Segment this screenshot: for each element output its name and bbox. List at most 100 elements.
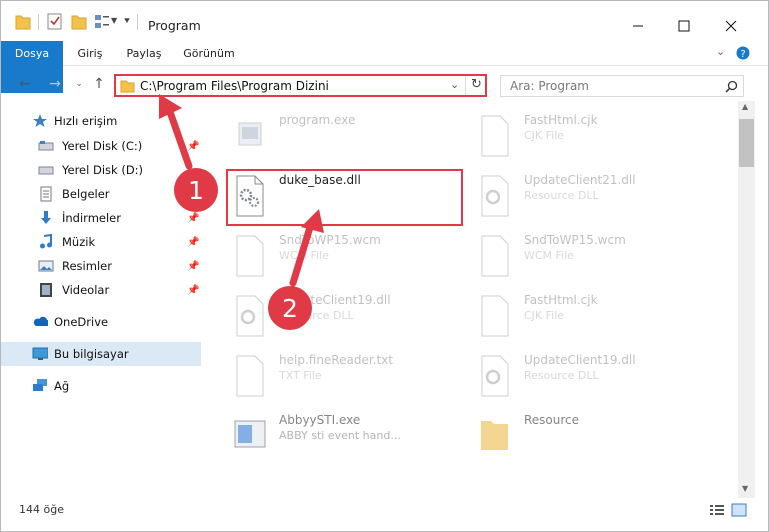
sidebar-item-this-pc[interactable]: Bu bilgisayar: [1, 342, 201, 366]
search-icon: [725, 80, 738, 93]
file-item[interactable]: SndToWP15.wcm WCM File: [474, 231, 714, 283]
generic-file-icon: [481, 115, 509, 157]
item-count: 144 öğe: [19, 503, 64, 516]
computer-icon: [32, 347, 48, 360]
generic-file-icon: [236, 235, 264, 277]
close-button[interactable]: [708, 11, 754, 41]
star-icon: [33, 114, 47, 127]
file-item[interactable]: SndToWP15.wcm WCM File: [229, 231, 469, 283]
sidebar-item-label: Hızlı erişim: [54, 114, 118, 128]
file-item[interactable]: UpdateClient19.dll Resource DLL: [229, 291, 469, 343]
sidebar-item-local-disk-c[interactable]: Yerel Disk (C:) 📌: [1, 134, 201, 158]
folder-icon: [15, 15, 31, 30]
sidebar-item-videos[interactable]: Videolar 📌: [1, 278, 201, 302]
search-box[interactable]: Ara: Program: [500, 75, 744, 97]
file-name: SndToWP15.wcm: [524, 233, 626, 247]
download-icon: [41, 211, 51, 224]
file-type: CJK File: [524, 309, 565, 322]
sidebar-item-label: Müzik: [62, 235, 96, 249]
scroll-down-icon[interactable]: ▼: [742, 484, 748, 493]
search-input[interactable]: Ara: Program: [510, 79, 589, 93]
up-button[interactable]: ↑: [91, 75, 107, 93]
text-file-icon: [236, 355, 264, 397]
file-type: WCM File: [524, 249, 574, 262]
file-name: Resource: [524, 413, 580, 427]
dll-file-icon: [236, 295, 264, 337]
refresh-icon[interactable]: ↻: [471, 77, 482, 92]
folder-icon: [120, 80, 135, 93]
close-icon: [725, 20, 737, 32]
separator: [465, 76, 466, 95]
back-button[interactable]: ←: [17, 75, 33, 93]
folder-icon: [481, 421, 508, 450]
selected-file-highlight: [226, 169, 463, 226]
separator: [38, 14, 39, 30]
sidebar-item-quick-access[interactable]: Hızlı erişim: [1, 109, 201, 133]
file-item[interactable]: AbbyySTI.exe ABBY sti event hand...: [229, 411, 469, 463]
forward-button[interactable]: →: [47, 75, 63, 93]
recent-locations-icon[interactable]: ⌄: [71, 75, 87, 93]
sidebar-item-network[interactable]: Ağ: [1, 374, 201, 398]
network-icon: [33, 379, 47, 391]
exe-file-icon: [238, 122, 262, 146]
separator: [137, 14, 138, 30]
file-item[interactable]: help.fineReader.txt TXT File: [229, 351, 469, 403]
file-name: SndToWP15.wcm: [279, 233, 381, 247]
maximize-button[interactable]: [661, 11, 707, 41]
tab-view[interactable]: Görünüm: [181, 41, 237, 66]
sidebar-item-label: OneDrive: [54, 315, 109, 329]
minimize-button[interactable]: [615, 11, 661, 41]
file-name: help.fineReader.txt: [279, 353, 393, 367]
file-type: WCM File: [279, 249, 329, 262]
file-item[interactable]: UpdateClient19.dll Resource DLL: [474, 351, 714, 403]
minimize-icon: [633, 25, 643, 27]
sidebar-item-label: Belgeler: [62, 187, 110, 201]
properties-icon[interactable]: [47, 13, 63, 31]
quick-access-arrow-icon[interactable]: ⯆: [123, 16, 131, 27]
video-icon: [40, 283, 52, 297]
details-view-icon[interactable]: [709, 504, 725, 516]
address-dropdown-icon[interactable]: ⌄: [450, 78, 459, 91]
address-bar[interactable]: C:\Program Files\Program Dizini ⌄ ↻: [114, 74, 487, 97]
sidebar-item-music[interactable]: Müzik 📌: [1, 230, 201, 254]
expand-ribbon-icon[interactable]: ⌄: [716, 45, 725, 58]
file-type: TXT File: [279, 369, 322, 382]
sidebar-item-label: Yerel Disk (C:): [62, 139, 143, 153]
file-item[interactable]: Resource: [474, 411, 714, 463]
scroll-thumb[interactable]: [739, 119, 754, 167]
tab-home[interactable]: Giriş: [71, 41, 109, 66]
file-type: Resource DLL: [524, 369, 599, 382]
file-item[interactable]: FastHtml.cjk CJK File: [474, 291, 714, 343]
tab-share[interactable]: Paylaş: [123, 41, 165, 66]
customize-dropdown-icon[interactable]: ▼: [111, 16, 117, 25]
file-item[interactable]: program.exe: [229, 111, 469, 163]
file-name: UpdateClient21.dll: [524, 173, 636, 187]
new-folder-icon[interactable]: [71, 13, 87, 31]
maximize-icon: [678, 20, 690, 32]
documents-icon: [40, 186, 52, 202]
music-icon: [40, 234, 52, 249]
file-name: UpdateClient19.dll: [279, 293, 391, 307]
file-type: Resource DLL: [524, 189, 599, 202]
file-item[interactable]: UpdateClient21.dll Resource DLL: [474, 171, 714, 223]
pictures-icon: [38, 260, 54, 272]
sidebar-item-onedrive[interactable]: OneDrive: [1, 310, 201, 334]
large-icons-view-icon[interactable]: [731, 503, 747, 517]
dll-file-icon: [481, 355, 509, 397]
sidebar-item-label: Yerel Disk (D:): [62, 163, 144, 177]
file-name: program.exe: [279, 113, 356, 127]
sidebar-item-documents[interactable]: Belgeler: [1, 182, 201, 206]
scroll-up-icon[interactable]: ▲: [742, 102, 748, 111]
help-icon[interactable]: ?: [736, 46, 750, 60]
file-item[interactable]: FastHtml.cjk CJK File: [474, 111, 714, 163]
title-bar: ▼ ⯆ Program: [1, 1, 768, 41]
vertical-scrollbar[interactable]: ▲ ▼: [738, 101, 755, 498]
sidebar-item-pictures[interactable]: Resimler 📌: [1, 254, 201, 278]
address-path: C:\Program Files\Program Dizini: [140, 79, 329, 93]
file-name: UpdateClient19.dll: [524, 353, 636, 367]
sidebar-item-local-disk-d[interactable]: Yerel Disk (D:): [1, 158, 201, 182]
sidebar-item-downloads[interactable]: İndirmeler 📌: [1, 206, 201, 230]
pin-icon: 📌: [187, 236, 200, 248]
view-icon[interactable]: [94, 13, 110, 31]
pin-icon: 📌: [187, 284, 200, 296]
